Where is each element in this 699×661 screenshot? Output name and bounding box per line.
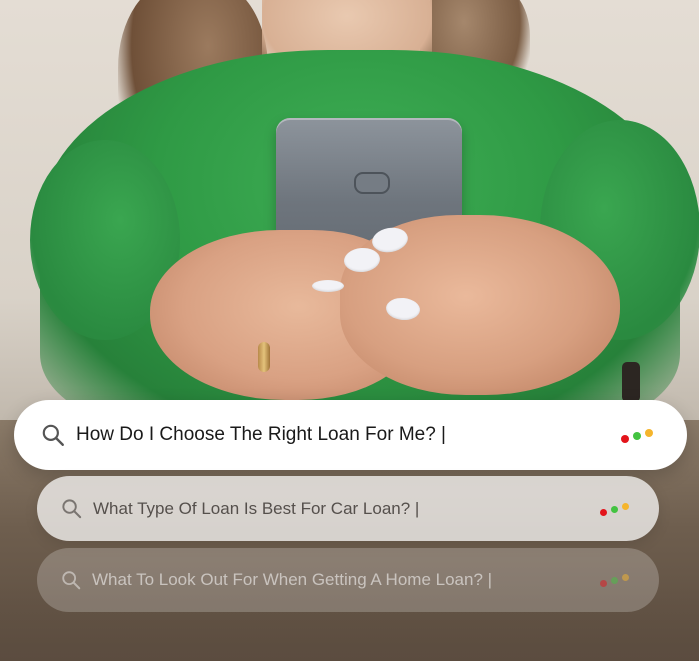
search-suggestion-secondary[interactable]: What Type Of Loan Is Best For Car Loan? …	[37, 476, 659, 541]
gold-ring	[258, 342, 270, 372]
search-query-text[interactable]: How Do I Choose The Right Loan For Me? |	[76, 424, 621, 446]
typing-indicator-dots	[600, 502, 629, 516]
search-suggestion-text[interactable]: What To Look Out For When Getting A Home…	[92, 570, 600, 590]
search-suggestion-tertiary[interactable]: What To Look Out For When Getting A Home…	[37, 548, 659, 612]
yellow-dot	[645, 429, 653, 437]
green-dot	[611, 505, 618, 513]
yellow-dot	[622, 502, 629, 510]
phone-camera	[354, 172, 390, 194]
search-bar-primary[interactable]: How Do I Choose The Right Loan For Me? |	[14, 400, 687, 470]
wristwatch	[622, 362, 640, 402]
red-dot	[600, 580, 607, 587]
yellow-dot	[622, 574, 629, 581]
green-dot	[611, 577, 618, 584]
green-dot	[633, 432, 641, 440]
fingernail	[312, 280, 344, 292]
red-dot	[600, 508, 607, 516]
typing-indicator-dots	[600, 573, 629, 587]
search-icon	[42, 424, 64, 446]
search-icon	[62, 499, 82, 519]
search-icon	[62, 571, 81, 590]
typing-indicator-dots	[621, 427, 653, 443]
red-dot	[621, 435, 629, 443]
search-suggestion-text[interactable]: What Type Of Loan Is Best For Car Loan? …	[93, 499, 600, 519]
